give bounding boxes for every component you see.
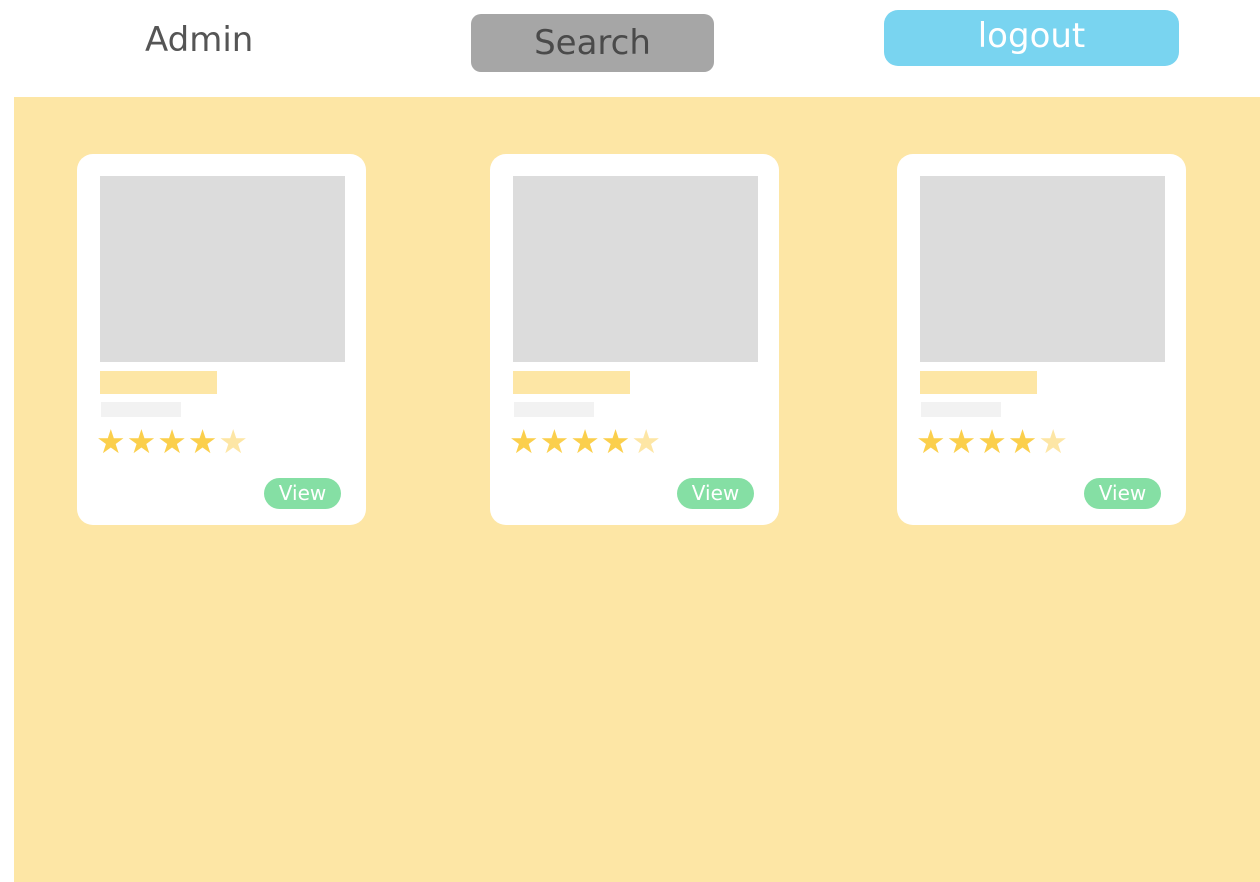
star-filled-icon: ★ bbox=[187, 422, 218, 461]
view-button[interactable]: View bbox=[1084, 478, 1161, 509]
product-card: ★ ★ ★ ★ ★ View bbox=[77, 154, 366, 525]
star-rating: ★ ★ ★ ★ ★ bbox=[509, 422, 661, 462]
star-rating: ★ ★ ★ ★ ★ bbox=[96, 422, 248, 462]
star-filled-icon: ★ bbox=[509, 422, 539, 461]
star-filled-icon: ★ bbox=[157, 422, 187, 461]
star-filled-icon: ★ bbox=[600, 422, 631, 461]
title-placeholder bbox=[513, 371, 630, 394]
admin-label: Admin bbox=[145, 20, 254, 60]
subtitle-placeholder bbox=[514, 402, 594, 417]
title-placeholder bbox=[100, 371, 217, 394]
view-button[interactable]: View bbox=[264, 478, 341, 509]
subtitle-placeholder bbox=[921, 402, 1001, 417]
star-rating: ★ ★ ★ ★ ★ bbox=[916, 422, 1068, 462]
star-empty-icon: ★ bbox=[631, 422, 661, 461]
star-filled-icon: ★ bbox=[1007, 422, 1038, 461]
star-filled-icon: ★ bbox=[96, 422, 126, 461]
image-placeholder bbox=[100, 176, 345, 362]
subtitle-placeholder bbox=[101, 402, 181, 417]
title-placeholder bbox=[920, 371, 1037, 394]
header: Admin Search logout bbox=[0, 0, 1260, 96]
star-empty-icon: ★ bbox=[1038, 422, 1068, 461]
product-card: ★ ★ ★ ★ ★ View bbox=[897, 154, 1186, 525]
main-content: ★ ★ ★ ★ ★ View ★ ★ ★ ★ ★ View ★ ★ ★ ★ ★ View bbox=[14, 97, 1260, 882]
star-filled-icon: ★ bbox=[539, 422, 570, 461]
star-filled-icon: ★ bbox=[977, 422, 1007, 461]
image-placeholder bbox=[920, 176, 1165, 362]
image-placeholder bbox=[513, 176, 758, 362]
logout-button[interactable]: logout bbox=[884, 10, 1179, 66]
star-filled-icon: ★ bbox=[570, 422, 600, 461]
star-filled-icon: ★ bbox=[126, 422, 157, 461]
product-card: ★ ★ ★ ★ ★ View bbox=[490, 154, 779, 525]
view-button[interactable]: View bbox=[677, 478, 754, 509]
search-button[interactable]: Search bbox=[471, 14, 714, 72]
star-filled-icon: ★ bbox=[916, 422, 946, 461]
star-empty-icon: ★ bbox=[218, 422, 248, 461]
page: Admin Search logout ★ ★ ★ ★ ★ View ★ ★ ★ ★ ★ Vie… bbox=[0, 0, 1260, 882]
star-filled-icon: ★ bbox=[946, 422, 977, 461]
